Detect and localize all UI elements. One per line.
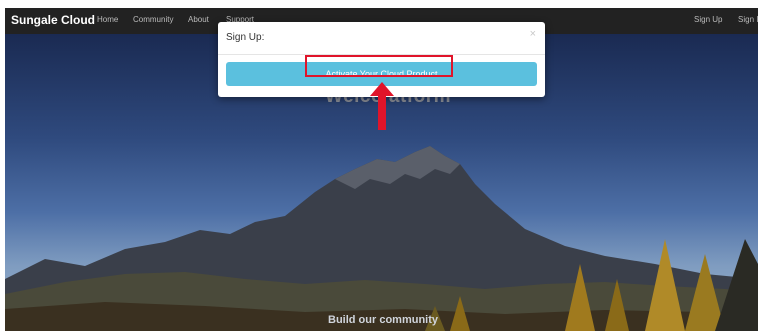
hero-tagline: Build our community xyxy=(328,314,438,326)
nav-home[interactable]: Home xyxy=(97,15,118,24)
nav-sign-up[interactable]: Sign Up xyxy=(694,15,722,24)
nav-about[interactable]: About xyxy=(188,15,209,24)
nav-sign-in[interactable]: Sign I xyxy=(738,15,758,24)
brand-logo[interactable]: Sungale Cloud xyxy=(11,13,95,27)
up-arrow-icon xyxy=(370,82,394,130)
nav-community[interactable]: Community xyxy=(133,15,173,24)
modal-title: Sign Up: xyxy=(226,32,265,43)
highlight-annotation-box xyxy=(305,55,453,77)
close-icon[interactable]: × xyxy=(530,28,536,40)
